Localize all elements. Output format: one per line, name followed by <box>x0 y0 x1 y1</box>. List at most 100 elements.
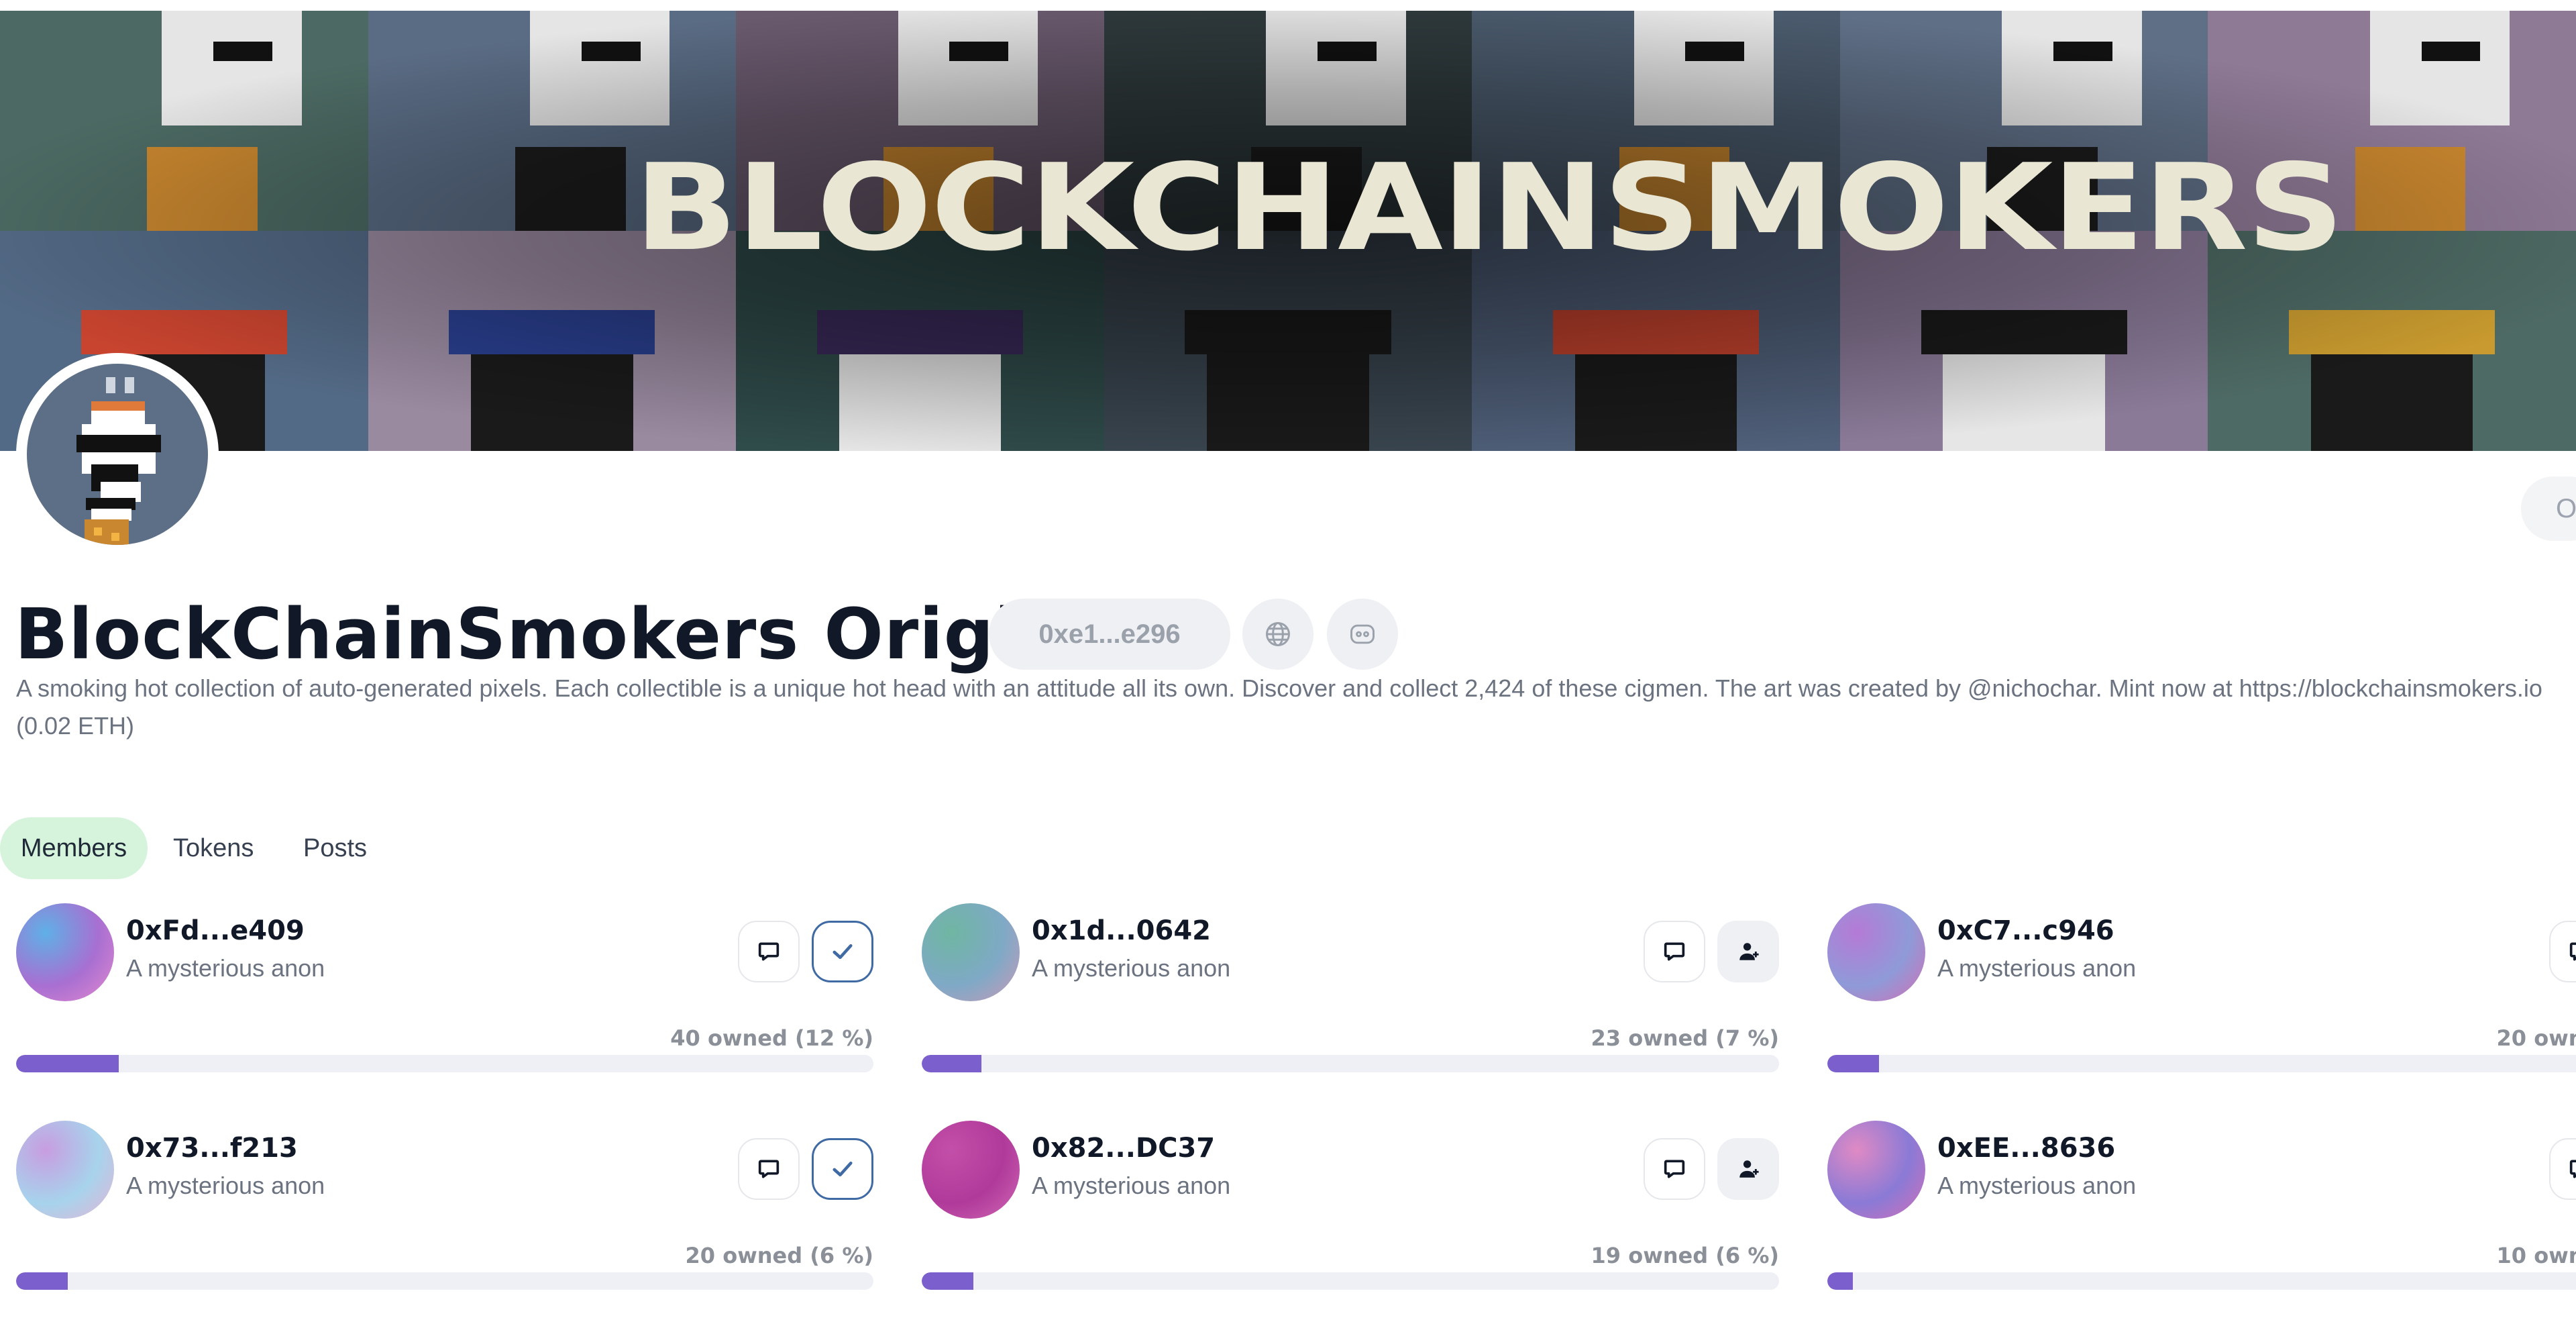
owned-count: 10 owned (3 %) <box>2496 1243 2576 1268</box>
collection-description: A smoking hot collection of auto-generat… <box>16 674 2542 740</box>
banner-pixel-eye <box>2421 41 2481 62</box>
checkmark-icon <box>833 944 853 960</box>
member-card[interactable]: 0xEE...8636 A mysterious anon 10 owned (3 … <box>1827 1121 2576 1322</box>
follow-button[interactable] <box>1717 1138 1779 1200</box>
banner-pixel-hat <box>449 310 655 354</box>
member-avatar[interactable] <box>16 903 114 1001</box>
ownership-progress-fill <box>1827 1055 1879 1072</box>
member-avatar[interactable] <box>1827 903 1925 1001</box>
banner-pixel-eye <box>1317 41 1377 62</box>
banner-pixel-head <box>1943 352 2105 451</box>
member-card[interactable]: 0x82...DC37 A mysterious anon 19 owned (6 … <box>922 1121 1779 1322</box>
banner-pixel-head <box>471 352 633 451</box>
member-card[interactable]: 0x1d...0642 A mysterious anon 23 owned (7 … <box>922 903 1779 1105</box>
member-bio: A mysterious anon <box>126 1172 325 1199</box>
banner-pixel-hat <box>1921 310 2127 354</box>
banner-tile <box>0 11 368 231</box>
member-card[interactable]: 0xC7...c946 A mysterious anon 20 owned (6 … <box>1827 903 2576 1105</box>
member-name[interactable]: 0xEE...8636 <box>1937 1133 2115 1164</box>
ownership-progress-bar <box>1827 1272 2576 1290</box>
message-button[interactable] <box>2549 1138 2576 1200</box>
checkmark-icon <box>833 1161 853 1177</box>
contract-address-button[interactable]: 0xe1...e296 <box>989 599 1230 670</box>
banner-pixel-eye <box>949 41 1009 62</box>
member-name[interactable]: 0xC7...c946 <box>1937 915 2114 946</box>
globe-icon <box>1266 622 1290 646</box>
discord-icon <box>1350 624 1375 644</box>
member-bio: A mysterious anon <box>1032 1172 1231 1199</box>
banner-pixel-head <box>162 11 302 125</box>
message-button[interactable] <box>2549 921 2576 982</box>
add-user-icon <box>1739 943 1759 960</box>
member-card[interactable]: 0xFd...e409 A mysterious anon 40 owned (12… <box>16 903 873 1105</box>
chat-bubble-icon <box>1664 942 1685 961</box>
chat-bubble-icon <box>2569 942 2576 961</box>
banner-pixel-head <box>529 11 670 125</box>
banner-wordmark: BLOCKCHAINSMOKERS <box>634 138 2345 277</box>
message-button[interactable] <box>738 1138 800 1200</box>
following-button[interactable] <box>812 1138 873 1200</box>
member-bio: A mysterious anon <box>1937 954 2137 982</box>
banner-pixel-head <box>1633 11 1774 125</box>
banner-pixel-head <box>839 352 1002 451</box>
member-avatar[interactable] <box>1827 1121 1925 1219</box>
tab-members[interactable]: Members <box>0 817 148 879</box>
banner-pixel-body <box>515 147 626 231</box>
banner-pixel-head <box>2002 11 2142 125</box>
banner-pixel-eye <box>213 41 272 62</box>
owned-count: 23 owned (7 %) <box>1591 1025 1779 1051</box>
owned-count: 40 owned (12 %) <box>670 1025 873 1051</box>
owned-count: 20 owned (6 %) <box>2496 1025 2576 1051</box>
ownership-progress-bar <box>1827 1055 2576 1072</box>
banner-pixel-head <box>2311 352 2473 451</box>
collection-avatar <box>27 364 208 545</box>
ownership-progress-fill <box>922 1272 973 1290</box>
ownership-progress-fill <box>16 1272 68 1290</box>
member-name[interactable]: 0x73...f213 <box>126 1133 298 1164</box>
banner-pixel-head <box>1574 352 1737 451</box>
banner-pixel-eye <box>581 41 641 62</box>
chat-bubble-icon <box>758 942 780 961</box>
member-bio: A mysterious anon <box>1032 954 1231 982</box>
banner-pixel-body <box>147 147 258 231</box>
add-user-icon <box>1739 1160 1759 1178</box>
tab-tokens[interactable]: Tokens <box>173 817 254 879</box>
ownership-progress-bar <box>922 1272 1779 1290</box>
follow-button[interactable] <box>1717 921 1779 982</box>
discord-button[interactable] <box>1327 599 1398 670</box>
banner-pixel-head <box>2369 11 2510 125</box>
banner-pixel-eye <box>2053 41 2112 62</box>
member-avatar[interactable] <box>922 1121 1020 1219</box>
header-action-button[interactable]: O <box>2521 476 2576 541</box>
ownership-progress-fill <box>922 1055 982 1072</box>
website-button[interactable] <box>1242 599 1313 670</box>
member-name[interactable]: 0x1d...0642 <box>1032 915 1211 946</box>
banner-pixel-head <box>1266 11 1406 125</box>
member-bio: A mysterious anon <box>1937 1172 2137 1199</box>
member-card[interactable]: 0x73...f213 A mysterious anon 20 owned (6 … <box>16 1121 873 1322</box>
banner-pixel-hat <box>1552 310 1760 354</box>
banner-pixel-head <box>898 11 1038 125</box>
ownership-progress-fill <box>16 1055 119 1072</box>
member-avatar[interactable] <box>16 1121 114 1219</box>
banner-pixel-eye <box>1685 41 1745 62</box>
ownership-progress-bar <box>16 1272 873 1290</box>
owned-count: 19 owned (6 %) <box>1591 1243 1779 1268</box>
chat-bubble-icon <box>758 1160 780 1178</box>
banner-pixel-head <box>1207 352 1369 451</box>
ownership-progress-bar <box>16 1055 873 1072</box>
banner-pixel-hat <box>1185 310 1391 354</box>
owned-count: 20 owned (6 %) <box>685 1243 873 1268</box>
message-button[interactable] <box>1644 921 1705 982</box>
banner-pixel-hat <box>80 310 287 354</box>
message-button[interactable] <box>738 921 800 982</box>
member-name[interactable]: 0x82...DC37 <box>1032 1133 1215 1164</box>
tab-posts[interactable]: Posts <box>303 817 367 879</box>
message-button[interactable] <box>1644 1138 1705 1200</box>
member-avatar[interactable] <box>922 903 1020 1001</box>
banner-pixel-body <box>2355 147 2466 231</box>
member-name[interactable]: 0xFd...e409 <box>126 915 305 946</box>
banner-pixel-hat <box>816 310 1023 354</box>
ownership-progress-bar <box>922 1055 1779 1072</box>
following-button[interactable] <box>812 921 873 982</box>
